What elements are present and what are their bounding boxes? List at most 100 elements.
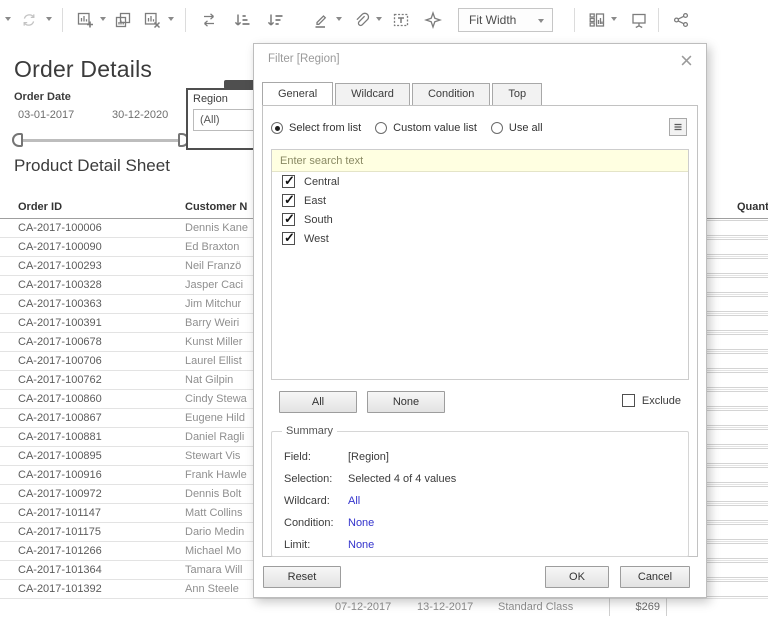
quantity-cell [703, 353, 768, 369]
date-slider-handle-left[interactable] [12, 133, 23, 147]
order-id-cell: CA-2017-100293 [18, 260, 102, 272]
quantity-cell [703, 315, 768, 331]
duplicate-sheet-icon[interactable] [110, 7, 136, 33]
order-id-cell: CA-2017-100328 [18, 279, 102, 291]
value-list-item[interactable]: East [272, 191, 688, 210]
quantity-cell [703, 391, 768, 407]
clear-sheet-icon[interactable] [139, 7, 165, 33]
radio-icon [271, 122, 283, 134]
refresh-icon[interactable] [16, 7, 42, 33]
summary-legend: Summary [282, 425, 338, 437]
swap-rows-columns-icon[interactable] [196, 7, 222, 33]
quantity-cell [703, 296, 768, 312]
order-id-cell: CA-2017-100972 [18, 488, 102, 500]
reset-button[interactable]: Reset [263, 566, 341, 588]
sort-descending-icon[interactable] [262, 7, 288, 33]
customer-name-cell: Matt Collins [185, 507, 243, 519]
paperclip-icon[interactable] [348, 7, 374, 33]
cancel-button[interactable]: Cancel [620, 566, 690, 588]
new-worksheet-caret-icon[interactable] [100, 17, 106, 21]
page-title: Order Details [14, 56, 153, 82]
selection-mode-radio[interactable]: Custom value list [375, 122, 477, 134]
quantity-cell [703, 429, 768, 445]
dialog-tab[interactable]: Condition [411, 83, 491, 105]
value-list-item[interactable]: South [272, 210, 688, 229]
list-options-icon[interactable] [669, 118, 687, 136]
summary-row-label: Field: [284, 451, 311, 463]
customer-name-cell: Neil Franzö [185, 260, 242, 272]
summary-row-value[interactable]: All [348, 495, 360, 507]
dialog-tab[interactable]: Top [492, 83, 543, 105]
value-list-item[interactable]: West [272, 229, 688, 248]
order-id-cell: CA-2017-100860 [18, 393, 102, 405]
refresh-dropdown-caret-icon[interactable] [46, 17, 52, 21]
none-button[interactable]: None [367, 391, 445, 413]
sort-ascending-icon[interactable] [229, 7, 255, 33]
dialog-tab[interactable]: General [262, 82, 334, 105]
order-id-cell: CA-2017-100363 [18, 298, 102, 310]
order-id-cell: CA-2017-100867 [18, 412, 102, 424]
summary-row-value[interactable]: [Region] [348, 451, 389, 463]
customer-name-cell: Laurel Ellist [185, 355, 242, 367]
toolbar-separator [185, 8, 186, 32]
value-label: Central [304, 175, 340, 188]
column-header-customer[interactable]: Customer N [185, 201, 247, 213]
summary-row-value[interactable]: None [348, 517, 374, 529]
order-id-cell: CA-2017-100391 [18, 317, 102, 329]
toolbar-separator [62, 8, 63, 32]
pin-icon[interactable] [420, 7, 446, 33]
quantity-cell [703, 372, 768, 388]
new-worksheet-icon[interactable] [72, 7, 98, 33]
radio-label: Select from list [289, 122, 362, 134]
summary-row: Condition: None [284, 512, 688, 534]
summary-row-value[interactable]: None [348, 539, 374, 551]
checkbox-icon [282, 192, 295, 208]
show-cards-icon[interactable] [584, 7, 610, 33]
quantity-cell [703, 334, 768, 350]
customer-name-cell: Dennis Kane [185, 222, 248, 234]
ok-button[interactable]: OK [545, 566, 609, 588]
show-cards-caret-icon[interactable] [611, 17, 617, 21]
fit-selector[interactable]: Fit Width [458, 8, 553, 32]
customer-name-cell: Michael Mo [185, 545, 242, 557]
summary-row-label: Wildcard: [284, 495, 330, 507]
selection-mode-radio[interactable]: Select from list [271, 122, 361, 134]
customer-name-cell: Jim Mitchur [185, 298, 242, 310]
customer-name-cell: Barry Weiri [185, 317, 240, 329]
customer-name-cell: Eugene Hild [185, 412, 245, 424]
fit-selector-value: Fit Width [469, 13, 517, 27]
summary-row-value[interactable]: Selected 4 of 4 values [348, 473, 456, 485]
dialog-tab[interactable]: Wildcard [335, 83, 410, 105]
exclude-checkbox[interactable]: Exclude [621, 394, 681, 407]
date-slider-track[interactable] [18, 139, 182, 142]
undo-dropdown-caret-icon[interactable] [5, 17, 11, 21]
summary-row-label: Condition: [284, 517, 334, 529]
paperclip-caret-icon[interactable] [376, 17, 382, 21]
quantity-cell [703, 277, 768, 293]
order-id-cell: CA-2017-100881 [18, 431, 102, 443]
close-icon[interactable] [678, 52, 694, 68]
presentation-mode-icon[interactable] [626, 7, 652, 33]
clear-sheet-caret-icon[interactable] [168, 17, 174, 21]
all-button[interactable]: All [279, 391, 357, 413]
share-icon[interactable] [668, 7, 694, 33]
toolbar-separator [574, 8, 575, 32]
column-header-quantity[interactable]: Quant [737, 201, 768, 213]
text-label-icon[interactable] [388, 7, 414, 33]
table-title: Product Detail Sheet [14, 156, 170, 175]
order-id-cell: CA-2017-101364 [18, 564, 102, 576]
radio-label: Use all [508, 122, 543, 134]
ship-date-cell: 13-12-2017 [417, 601, 474, 613]
value-list-item[interactable]: Central [272, 172, 688, 191]
highlight-icon[interactable] [308, 7, 334, 33]
order-id-cell: CA-2017-100895 [18, 450, 102, 462]
column-header-order-id[interactable]: Order ID [18, 201, 62, 213]
last-row-visible-cells: 07-12-2017 13-12-2017 Standard Class $26… [260, 598, 768, 617]
value-label: South [304, 213, 333, 226]
selection-mode-radio[interactable]: Use all [490, 122, 543, 134]
value-list: Central East South [272, 172, 688, 248]
customer-name-cell: Ann Steele [185, 583, 239, 595]
summary-row: Selection: Selected 4 of 4 values [284, 468, 688, 490]
search-input[interactable] [272, 150, 688, 172]
highlight-caret-icon[interactable] [336, 17, 342, 21]
